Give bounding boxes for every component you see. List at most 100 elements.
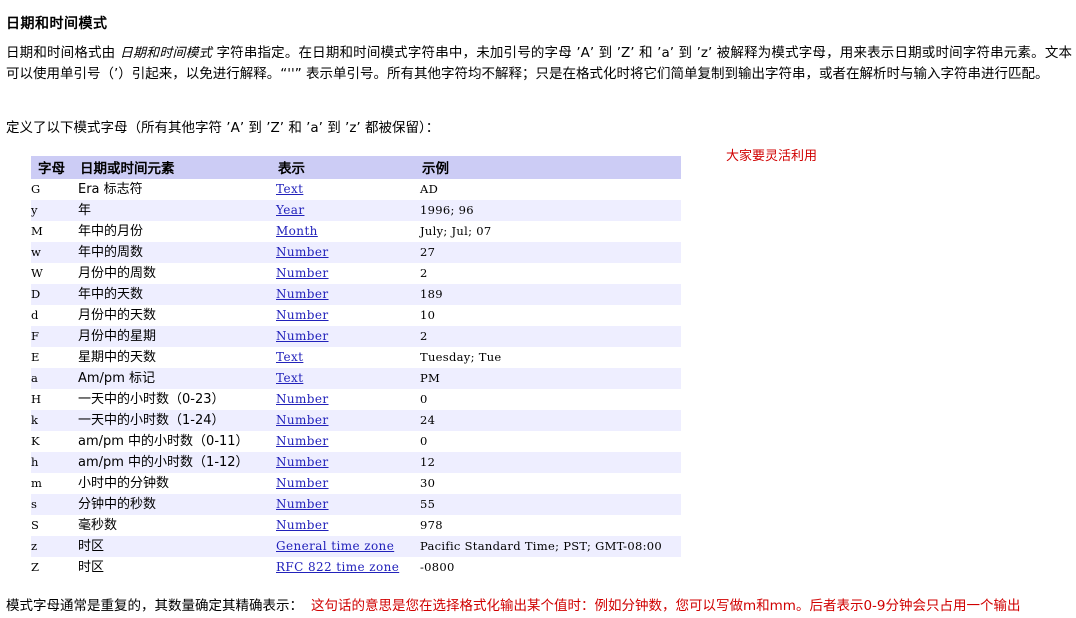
table-header-row: 字母 日期或时间元素 表示 示例 bbox=[31, 156, 681, 179]
presentation-link[interactable]: Text bbox=[276, 182, 303, 196]
cell-example: 189 bbox=[420, 287, 443, 301]
cell-example: 30 bbox=[420, 476, 436, 490]
cell-date-time-element: 分钟中的秒数 bbox=[78, 497, 157, 512]
cell-presentation: Number bbox=[276, 263, 420, 284]
cell-date-time-element: 年中的周数 bbox=[78, 245, 144, 260]
cell-pattern-letter: D bbox=[31, 287, 41, 301]
column-header-element: 日期或时间元素 bbox=[78, 156, 276, 179]
cell-example: 0 bbox=[420, 392, 428, 406]
cell-date-time-element: am/pm 中的小时数（1-12） bbox=[78, 455, 249, 470]
cell-presentation: Number bbox=[276, 326, 420, 347]
table-row: w 年中的周数 Number 27 bbox=[31, 242, 681, 263]
cell-date-time-element: 时区 bbox=[78, 539, 105, 554]
cell-date-time-element: 小时中的分钟数 bbox=[78, 476, 170, 491]
presentation-link[interactable]: Number bbox=[276, 329, 329, 343]
cell-example: 1996; 96 bbox=[420, 203, 474, 217]
page-title: 日期和时间模式 bbox=[6, 16, 108, 33]
table-row: M 年中的月份 Month July; Jul; 07 bbox=[31, 221, 681, 242]
cell-pattern-letter: E bbox=[31, 350, 40, 364]
column-header-presentation: 表示 bbox=[276, 156, 420, 179]
cell-date-time-element: 毫秒数 bbox=[78, 518, 118, 533]
presentation-link[interactable]: Text bbox=[276, 350, 303, 364]
presentation-link[interactable]: General time zone bbox=[276, 539, 394, 553]
cell-example: 2 bbox=[420, 329, 428, 343]
annotation-top-right: 大家要灵活利用 bbox=[726, 149, 818, 164]
cell-pattern-letter: k bbox=[31, 413, 38, 427]
cell-example: -0800 bbox=[420, 560, 455, 574]
cell-example: 55 bbox=[420, 497, 436, 511]
cell-presentation: Number bbox=[276, 494, 420, 515]
presentation-link[interactable]: Number bbox=[276, 476, 329, 490]
presentation-link[interactable]: Number bbox=[276, 287, 329, 301]
presentation-link[interactable]: Number bbox=[276, 392, 329, 406]
cell-presentation: Number bbox=[276, 389, 420, 410]
cell-date-time-element: 星期中的天数 bbox=[78, 350, 157, 365]
cell-pattern-letter: h bbox=[31, 455, 39, 469]
intro-paragraph-italic-term: 日期和时间模式 bbox=[119, 46, 213, 61]
intro-paragraph-part1: 日期和时间格式由 bbox=[6, 45, 120, 61]
cell-presentation: Number bbox=[276, 452, 420, 473]
cell-presentation: Number bbox=[276, 242, 420, 263]
cell-example: 10 bbox=[420, 308, 436, 322]
cell-pattern-letter: Z bbox=[31, 560, 39, 574]
cell-example: AD bbox=[420, 182, 439, 196]
table-row: S 毫秒数 Number 978 bbox=[31, 515, 681, 536]
presentation-link[interactable]: Number bbox=[276, 413, 329, 427]
presentation-link[interactable]: Number bbox=[276, 455, 329, 469]
table-row: W 月份中的周数 Number 2 bbox=[31, 263, 681, 284]
cell-presentation: Year bbox=[276, 200, 420, 221]
cell-presentation: Number bbox=[276, 431, 420, 452]
bottom-annotation-line: 模式字母通常是重复的，其数量确定其精确表示： 这句话的意思是您在选择格式化输出某个… bbox=[6, 597, 1021, 615]
presentation-link[interactable]: Text bbox=[276, 371, 303, 385]
cell-presentation: Text bbox=[276, 179, 420, 200]
cell-example: 2 bbox=[420, 266, 428, 280]
cell-pattern-letter: K bbox=[31, 434, 40, 448]
presentation-link[interactable]: Number bbox=[276, 434, 329, 448]
cell-presentation: Number bbox=[276, 410, 420, 431]
cell-pattern-letter: m bbox=[31, 476, 42, 490]
table-row: Z 时区 RFC 822 time zone -0800 bbox=[31, 557, 681, 578]
cell-date-time-element: 一天中的小时数（0-23） bbox=[78, 392, 225, 407]
cell-example: July; Jul; 07 bbox=[420, 224, 492, 238]
table-row: Kam/pm 中的小时数（0-11） Number 0 bbox=[31, 431, 681, 452]
cell-presentation: General time zone bbox=[276, 536, 420, 557]
cell-date-time-element: 年中的天数 bbox=[78, 287, 144, 302]
cell-example: Tuesday; Tue bbox=[420, 350, 502, 364]
cell-date-time-element: 月份中的天数 bbox=[78, 308, 157, 323]
pattern-letters-intro: 定义了以下模式字母（所有其他字符 ’A’ 到 ’Z’ 和 ’a’ 到 ’z’ 都… bbox=[6, 120, 440, 136]
presentation-link[interactable]: Month bbox=[276, 224, 318, 238]
cell-date-time-element: am/pm 中的小时数（0-11） bbox=[78, 434, 249, 449]
cell-date-time-element: 时区 bbox=[78, 560, 105, 575]
table-row: D 年中的天数 Number 189 bbox=[31, 284, 681, 305]
cell-pattern-letter: M bbox=[31, 224, 43, 238]
cell-pattern-letter: d bbox=[31, 308, 39, 322]
presentation-link[interactable]: Year bbox=[276, 203, 304, 217]
table-row: H 一天中的小时数（0-23） Number 0 bbox=[31, 389, 681, 410]
cell-pattern-letter: H bbox=[31, 392, 42, 406]
cell-date-time-element: Am/pm 标记 bbox=[78, 371, 155, 386]
presentation-link[interactable]: Number bbox=[276, 245, 329, 259]
presentation-link[interactable]: Number bbox=[276, 308, 329, 322]
presentation-link[interactable]: Number bbox=[276, 518, 329, 532]
cell-presentation: RFC 822 time zone bbox=[276, 557, 420, 578]
presentation-link[interactable]: RFC 822 time zone bbox=[276, 560, 399, 574]
cell-date-time-element: 月份中的星期 bbox=[78, 329, 157, 344]
cell-example: 12 bbox=[420, 455, 436, 469]
table-row: F 月份中的星期 Number 2 bbox=[31, 326, 681, 347]
cell-pattern-letter: F bbox=[31, 329, 39, 343]
cell-date-time-element: 年中的月份 bbox=[78, 224, 144, 239]
table-row: d 月份中的天数 Number 10 bbox=[31, 305, 681, 326]
cell-pattern-letter: z bbox=[31, 539, 38, 553]
cell-presentation: Text bbox=[276, 368, 420, 389]
table-body: G Era 标志符 Text AD y 年 Year 1996; 96 M 年中的月份 Month J… bbox=[31, 179, 681, 578]
cell-pattern-letter: a bbox=[31, 371, 38, 385]
cell-example: 27 bbox=[420, 245, 436, 259]
presentation-link[interactable]: Number bbox=[276, 497, 329, 511]
column-header-example: 示例 bbox=[420, 156, 681, 179]
table-row: z 时区 General time zone Pacific Standard Tim… bbox=[31, 536, 681, 557]
cell-pattern-letter: y bbox=[31, 203, 38, 217]
table-row: m 小时中的分钟数 Number 30 bbox=[31, 473, 681, 494]
cell-pattern-letter: s bbox=[31, 497, 37, 511]
cell-pattern-letter: W bbox=[31, 266, 43, 280]
presentation-link[interactable]: Number bbox=[276, 266, 329, 280]
